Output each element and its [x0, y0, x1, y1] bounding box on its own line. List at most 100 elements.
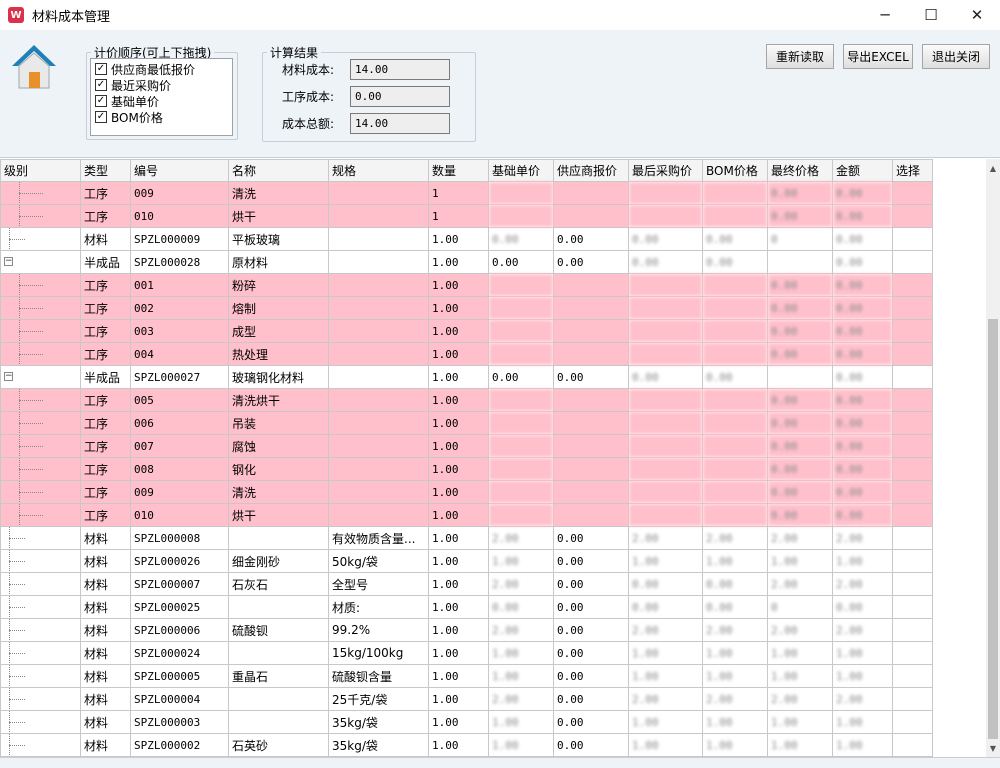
checkbox-icon[interactable]: ✓: [95, 95, 107, 107]
table-row[interactable]: 材料 SPZL000007 石灰石 全型号 1.00 2.00 0.00 0.00 0.00 2.…: [0, 572, 933, 596]
cell-supplier[interactable]: 0.00: [553, 618, 629, 642]
cell-bom[interactable]: 1.00: [702, 549, 768, 573]
cell-supplier[interactable]: 0.00: [553, 250, 629, 274]
cell-qty[interactable]: 1: [428, 204, 489, 228]
cell-base[interactable]: [488, 273, 554, 297]
tree-level-cell[interactable]: [0, 319, 81, 343]
cell-bom[interactable]: [702, 434, 768, 458]
cell-supplier[interactable]: 0.00: [553, 365, 629, 389]
cell-bom[interactable]: [702, 319, 768, 343]
cell-spec[interactable]: 99.2%: [328, 618, 429, 642]
cell-type[interactable]: 材料: [80, 595, 131, 619]
cell-base[interactable]: [488, 503, 554, 527]
cell-qty[interactable]: 1.00: [428, 618, 489, 642]
cell-select[interactable]: [892, 641, 933, 665]
order-item[interactable]: ✓ 供应商最低报价: [95, 61, 228, 77]
cell-base[interactable]: [488, 181, 554, 205]
cell-qty[interactable]: 1.00: [428, 733, 489, 757]
cell-amount[interactable]: 1.00: [832, 664, 893, 688]
tree-level-cell[interactable]: −: [0, 365, 81, 389]
cell-spec[interactable]: [328, 250, 429, 274]
cell-final[interactable]: 0.00: [767, 503, 833, 527]
cell-select[interactable]: [892, 526, 933, 550]
cell-bom[interactable]: [702, 296, 768, 320]
cell-final[interactable]: 0.00: [767, 480, 833, 504]
table-row[interactable]: 材料 SPZL000004 25千克/袋 1.00 2.00 0.00 2.00 2.00 2.…: [0, 687, 933, 711]
cell-code[interactable]: 001: [130, 273, 229, 297]
process-cost-field[interactable]: 0.00: [350, 85, 450, 107]
cell-amount[interactable]: 0.00: [832, 250, 893, 274]
cell-bom[interactable]: 0.00: [702, 227, 768, 251]
cell-final[interactable]: 0: [767, 227, 833, 251]
cell-final[interactable]: 1.00: [767, 733, 833, 757]
cell-name[interactable]: [228, 710, 329, 734]
cell-last[interactable]: [628, 480, 703, 504]
cell-base[interactable]: [488, 342, 554, 366]
cell-amount[interactable]: 0.00: [832, 319, 893, 343]
tree-level-cell[interactable]: [0, 480, 81, 504]
cell-type[interactable]: 材料: [80, 572, 131, 596]
cell-name[interactable]: 腐蚀: [228, 434, 329, 458]
cell-last[interactable]: [628, 342, 703, 366]
cell-spec[interactable]: [328, 503, 429, 527]
column-header[interactable]: 编号: [130, 159, 229, 182]
cell-last[interactable]: [628, 273, 703, 297]
cell-select[interactable]: [892, 434, 933, 458]
cell-amount[interactable]: 0.00: [832, 480, 893, 504]
cell-amount[interactable]: 0.00: [832, 296, 893, 320]
cell-final[interactable]: 1.00: [767, 710, 833, 734]
cell-spec[interactable]: [328, 480, 429, 504]
cell-bom[interactable]: 0.00: [702, 572, 768, 596]
cell-base[interactable]: [488, 411, 554, 435]
cell-type[interactable]: 材料: [80, 227, 131, 251]
cell-base[interactable]: 1.00: [488, 641, 554, 665]
table-row[interactable]: 工序 003 成型 1.00 0.00 0.00: [0, 319, 933, 343]
cell-base[interactable]: 2.00: [488, 526, 554, 550]
cell-name[interactable]: [228, 595, 329, 619]
cell-name[interactable]: 原材料: [228, 250, 329, 274]
cell-code[interactable]: 002: [130, 296, 229, 320]
cell-code[interactable]: SPZL000004: [130, 687, 229, 711]
cell-base[interactable]: 0.00: [488, 250, 554, 274]
column-header[interactable]: 选择: [892, 159, 933, 182]
cell-bom[interactable]: [702, 181, 768, 205]
tree-level-cell[interactable]: [0, 411, 81, 435]
cell-base[interactable]: 0.00: [488, 365, 554, 389]
cell-type[interactable]: 材料: [80, 687, 131, 711]
cell-type[interactable]: 工序: [80, 319, 131, 343]
cell-final[interactable]: 0.00: [767, 411, 833, 435]
order-item[interactable]: ✓ BOM价格: [95, 109, 228, 125]
material-cost-field[interactable]: 14.00: [350, 58, 450, 80]
cell-name[interactable]: 硫酸钡: [228, 618, 329, 642]
cell-code[interactable]: 009: [130, 480, 229, 504]
minimize-button[interactable]: ─: [862, 0, 908, 30]
collapse-icon[interactable]: −: [4, 257, 13, 266]
cell-qty[interactable]: 1.00: [428, 434, 489, 458]
cell-type[interactable]: 工序: [80, 503, 131, 527]
checkbox-icon[interactable]: ✓: [95, 111, 107, 123]
cell-type[interactable]: 工序: [80, 480, 131, 504]
cell-type[interactable]: 工序: [80, 411, 131, 435]
cell-supplier[interactable]: [553, 434, 629, 458]
cell-final[interactable]: 1.00: [767, 641, 833, 665]
cell-base[interactable]: [488, 204, 554, 228]
table-row[interactable]: 工序 002 熔制 1.00 0.00 0.00: [0, 296, 933, 320]
cell-final[interactable]: 0.00: [767, 204, 833, 228]
table-row[interactable]: 材料 SPZL000003 35kg/袋 1.00 1.00 0.00 1.00 1.00 1.…: [0, 710, 933, 734]
cell-final[interactable]: 0.00: [767, 319, 833, 343]
cell-last[interactable]: 0.00: [628, 365, 703, 389]
cell-final[interactable]: 0.00: [767, 181, 833, 205]
cell-spec[interactable]: 材质:: [328, 595, 429, 619]
maximize-button[interactable]: ☐: [908, 0, 954, 30]
cell-name[interactable]: [228, 687, 329, 711]
cell-type[interactable]: 工序: [80, 273, 131, 297]
column-header[interactable]: 供应商报价: [553, 159, 629, 182]
cell-final[interactable]: 0: [767, 595, 833, 619]
cell-supplier[interactable]: 0.00: [553, 549, 629, 573]
cell-bom[interactable]: [702, 273, 768, 297]
cell-type[interactable]: 半成品: [80, 365, 131, 389]
cell-supplier[interactable]: [553, 388, 629, 412]
cell-name[interactable]: 钢化: [228, 457, 329, 481]
cell-bom[interactable]: 1.00: [702, 733, 768, 757]
cell-code[interactable]: 007: [130, 434, 229, 458]
